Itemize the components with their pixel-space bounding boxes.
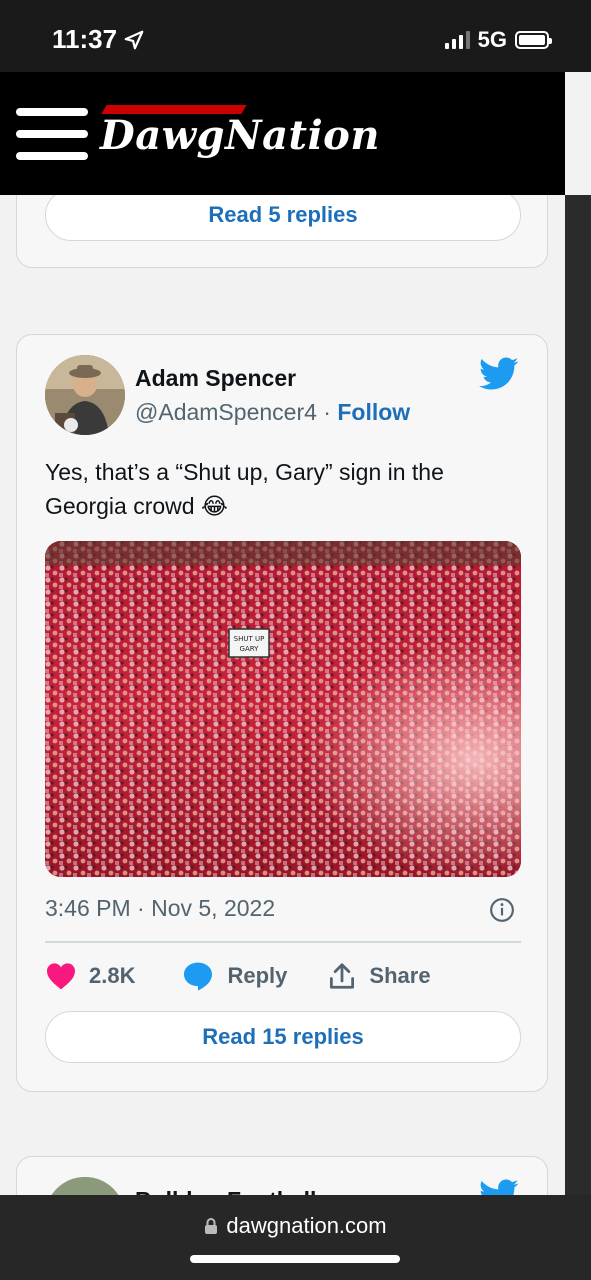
tweet-timestamp[interactable]: 3:46 PM · Nov 5, 2022	[45, 895, 275, 922]
follow-link[interactable]: Follow	[337, 399, 410, 425]
logo-text: DawgNation	[100, 112, 380, 159]
read-15-replies-button[interactable]: Read 15 replies	[45, 1011, 521, 1063]
read-5-replies-button[interactable]: Read 5 replies	[45, 195, 521, 241]
like-count: 2.8K	[89, 963, 136, 988]
signal-icon	[444, 31, 470, 49]
heart-icon	[47, 963, 75, 990]
reply-label: Reply	[227, 963, 288, 988]
status-indicators: 5G	[444, 27, 552, 53]
author-handle[interactable]: @AdamSpencer4	[135, 399, 317, 425]
location-arrow-icon	[124, 30, 144, 49]
page-edge	[565, 195, 591, 1195]
share-label: Share	[369, 963, 431, 988]
author-avatar[interactable]	[45, 355, 125, 435]
tweet-text: Yes, that’s a “Shut up, Gary” sign in th…	[45, 459, 444, 519]
status-bar: 11:37 5G	[0, 0, 591, 72]
next-author-avatar[interactable]	[45, 1177, 125, 1195]
handle-separator: ·	[316, 399, 338, 425]
info-icon[interactable]	[489, 897, 515, 923]
address-bar[interactable]: dawgnation.com	[0, 1213, 591, 1239]
site-header: DawgNation	[0, 72, 565, 195]
battery-icon	[515, 31, 552, 49]
network-type: 5G	[477, 27, 507, 52]
tweet-divider	[45, 941, 521, 943]
next-twitter-bird-icon[interactable]	[479, 1179, 519, 1195]
tweet-card: Adam Spencer @AdamSpencer4 · Follow Yes,…	[16, 334, 548, 1092]
article-content: Read 5 replies Adam Spencer @AdamSpencer…	[0, 195, 565, 1195]
reply-bubble-icon	[184, 962, 213, 991]
tweet-actions: 2.8K Reply Share	[45, 959, 521, 993]
clock-text: 11:37	[52, 24, 118, 54]
lock-icon	[205, 1218, 218, 1234]
previous-tweet-card: Read 5 replies	[16, 195, 548, 268]
site-logo[interactable]: DawgNation	[100, 100, 379, 170]
reply-action[interactable]: Reply	[181, 960, 287, 992]
menu-icon[interactable]	[16, 108, 88, 160]
home-indicator[interactable]	[190, 1255, 400, 1263]
author-handle-line: @AdamSpencer4 · Follow	[135, 399, 410, 426]
tweet-photo[interactable]: SHUT UP GARY	[45, 541, 521, 877]
like-action[interactable]: 2.8K	[45, 961, 135, 991]
twitter-bird-icon[interactable]	[479, 357, 519, 391]
share-action[interactable]: Share	[327, 961, 431, 991]
share-upload-icon	[330, 963, 355, 989]
author-name[interactable]: Adam Spencer	[135, 365, 296, 392]
next-author-name[interactable]: Bulldog Football	[135, 1187, 316, 1195]
browser-bottom-bar: dawgnation.com	[0, 1195, 591, 1280]
status-time: 11:37	[52, 24, 145, 55]
next-tweet-card: Bulldog Football	[16, 1156, 548, 1195]
url-text: dawgnation.com	[226, 1213, 387, 1238]
